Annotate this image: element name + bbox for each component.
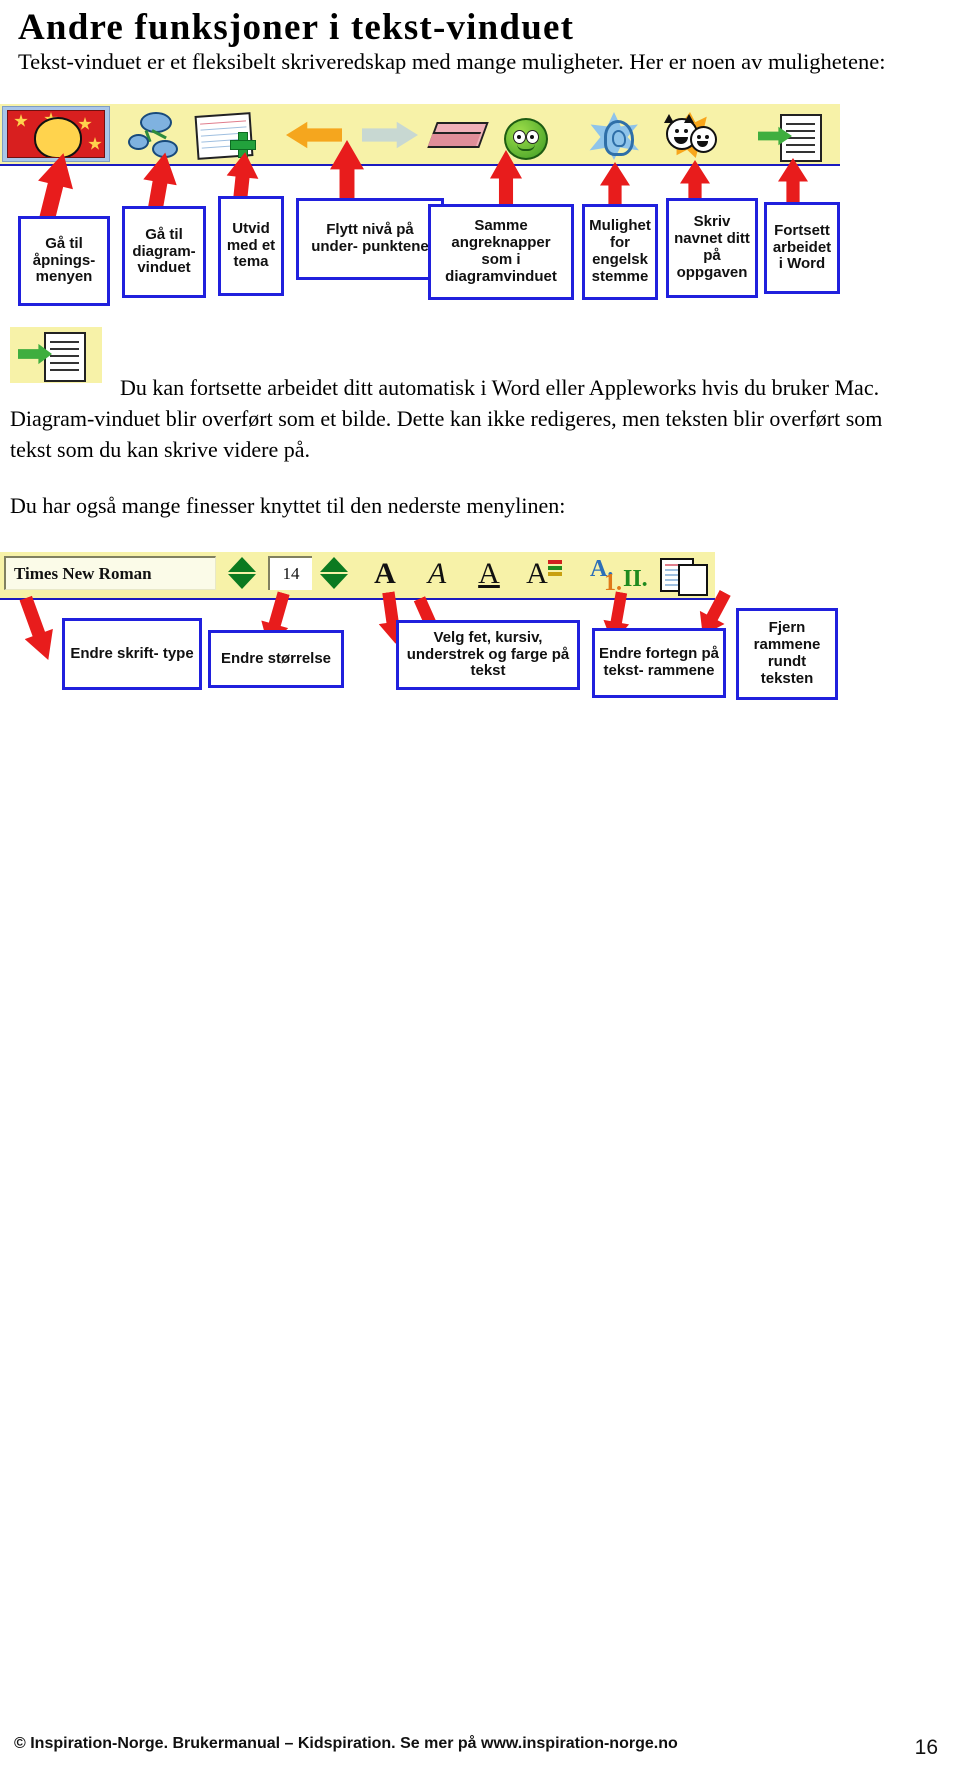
italic-button[interactable]: A (420, 556, 454, 592)
callout-write-your-name: Skriv navnet ditt på oppgaven (666, 198, 758, 298)
callout-go-to-diagram-window: Gå til diagram- vinduet (122, 206, 206, 298)
font-name-stepper[interactable] (228, 557, 256, 591)
callout-continue-in-word: Fortsett arbeidet i Word (764, 202, 840, 294)
page-number: 16 (914, 1736, 938, 1759)
callout-bold-italic-underline-color: Velg fet, kursiv, understrek og farge på… (396, 620, 580, 690)
footer-text: © Inspiration-Norge. Brukermanual – Kids… (14, 1735, 678, 1752)
callout-remove-frames: Fjern rammene rundt teksten (736, 608, 838, 700)
font-name-input[interactable]: Times New Roman (4, 556, 216, 590)
callout-move-level: Flytt nivå på under- punktene (296, 198, 444, 280)
body-paragraph-2: Du har også mange finesser knyttet til d… (10, 493, 566, 518)
text-color-button[interactable]: A (524, 556, 550, 592)
callout-go-to-start-menu: Gå til åpnings- menyen (18, 216, 110, 306)
color-bars-icon (548, 560, 562, 578)
document-page: Andre funksjoner i tekst-vinduet Tekst-v… (0, 0, 960, 1780)
callout-change-size: Endre størrelse (208, 630, 344, 688)
callout-undo-buttons: Samme angreknapper som i diagramvinduet (428, 204, 574, 300)
callout-english-voice: Mulighet for engelsk stemme (582, 204, 658, 300)
callout-change-font-type: Endre skrift- type (62, 618, 202, 690)
text-window-toolbar (0, 104, 840, 166)
underline-button[interactable]: A (472, 556, 506, 592)
font-size-stepper[interactable] (320, 557, 348, 591)
arrow-left-orange-icon[interactable] (286, 120, 342, 150)
pointer-arrow-9 (12, 593, 63, 665)
font-size-input[interactable]: 14 (268, 556, 312, 590)
two-kids-icon[interactable] (660, 110, 726, 160)
diagram-view-icon[interactable] (126, 110, 180, 160)
callout-change-frame-sign: Endre fortegn på tekst- rammene (592, 628, 726, 698)
eraser-icon[interactable] (427, 110, 489, 160)
arrow-right-grey-icon[interactable] (362, 120, 418, 150)
plus-icon (230, 132, 256, 158)
body-paragraph-1: Du kan fortsette arbeidet ditt automatis… (10, 375, 883, 463)
formatting-toolbar: Times New Roman 14 A A A A A. 1. II. (0, 552, 715, 600)
listen-ear-icon[interactable] (588, 110, 642, 160)
intro-paragraph: Tekst-vinduet er et fleksibelt skrivered… (18, 49, 886, 74)
bold-button[interactable]: A (368, 556, 402, 592)
page-title: Andre funksjoner i tekst-vinduet (18, 7, 575, 48)
green-face-icon[interactable] (500, 110, 554, 160)
clipart-face-icon[interactable] (2, 106, 110, 162)
callout-expand-with-theme: Utvid med et tema (218, 196, 284, 296)
export-to-word-icon[interactable] (758, 110, 822, 162)
add-card-icon[interactable] (194, 110, 262, 160)
text-frames-button[interactable] (660, 558, 708, 596)
numbering-button[interactable]: A. 1. II. (590, 554, 652, 596)
numbering-roman-label: II. (623, 566, 648, 592)
